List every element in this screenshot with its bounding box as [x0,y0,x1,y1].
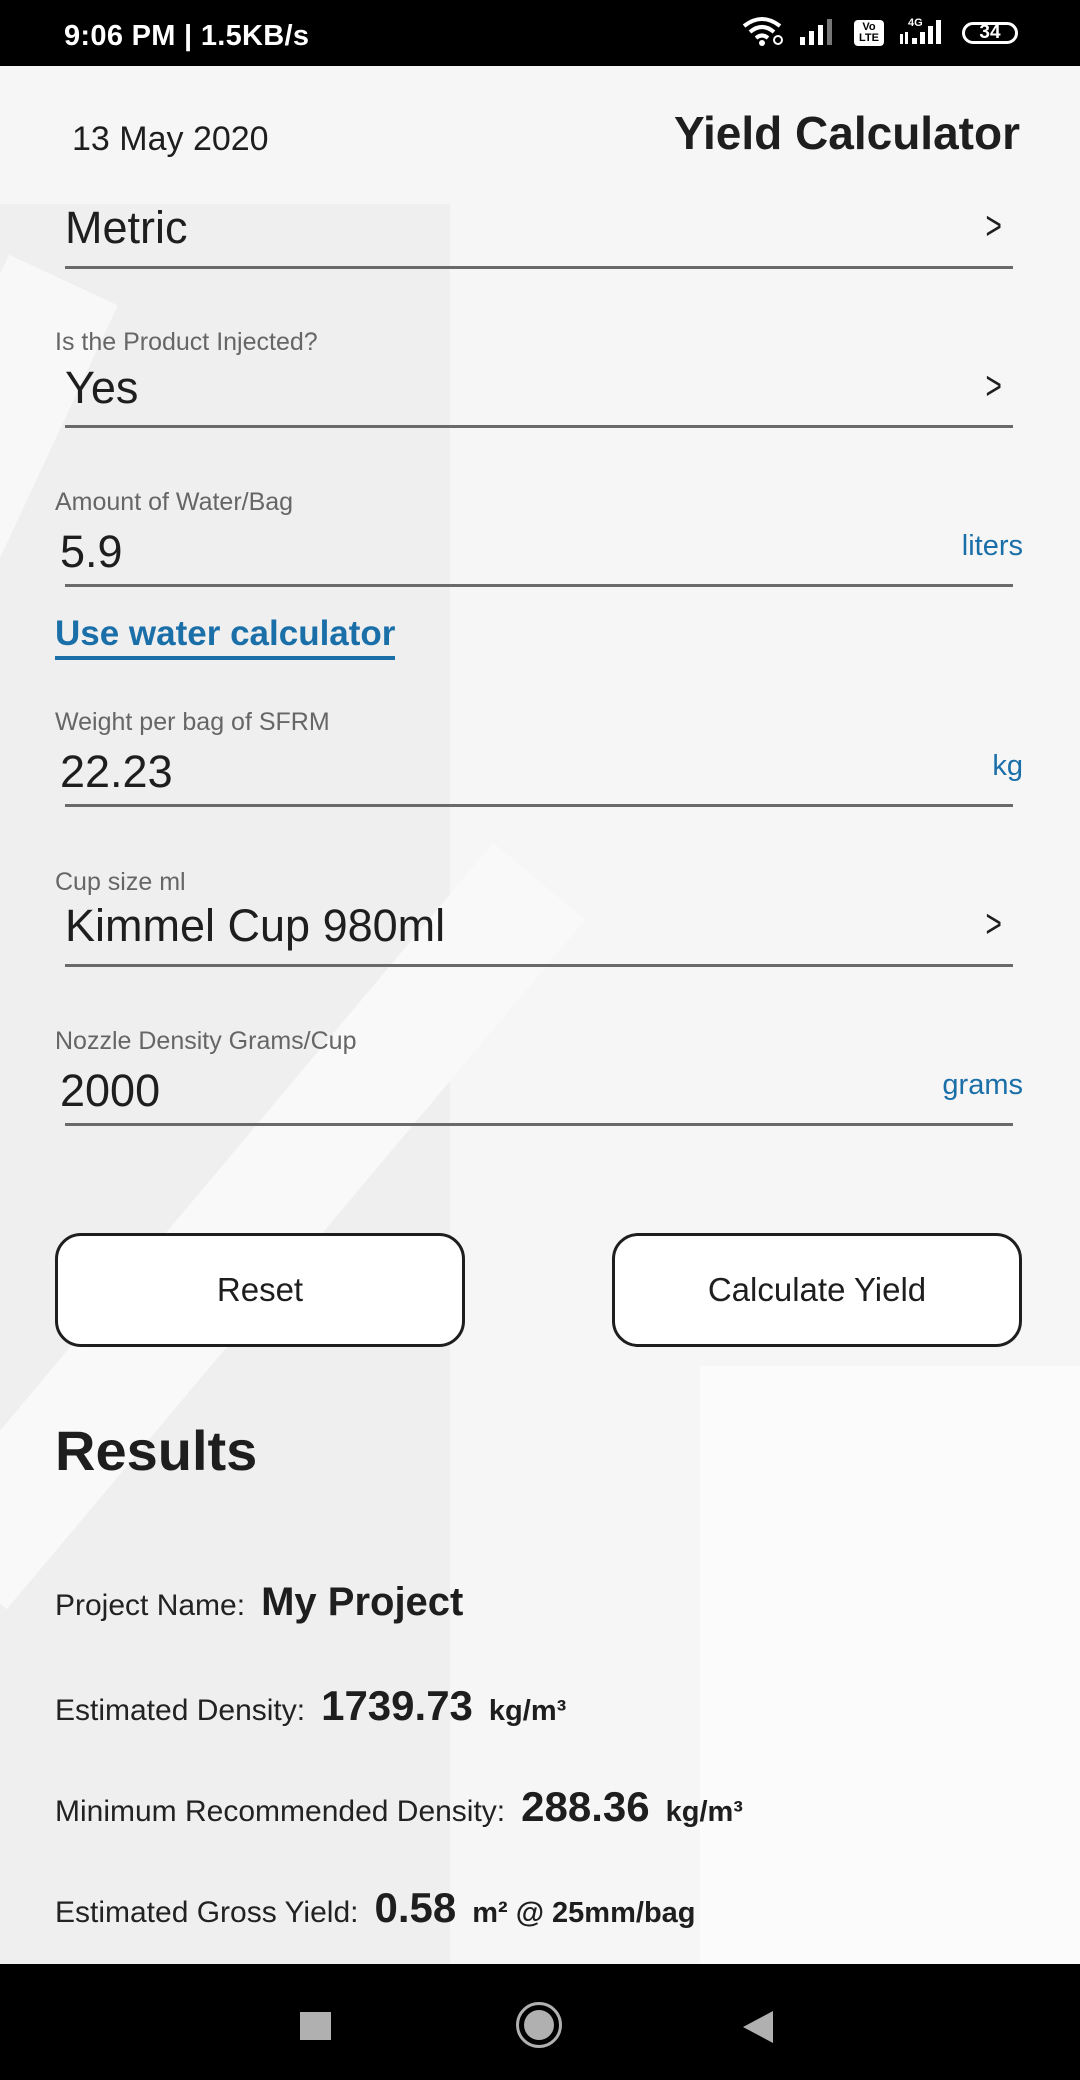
volte-icon: Vo LTE [854,20,884,46]
weight-unit: kg [992,750,1023,782]
result-value: 0.58 [374,1884,457,1931]
field-underline [65,584,1013,587]
result-label: Minimum Recommended Density: [55,1795,506,1828]
injected-select[interactable]: Is the Product Injected? Yes > [55,328,1015,430]
results-heading: Results [55,1419,258,1482]
injected-label: Is the Product Injected? [55,328,318,356]
result-label: Estimated Density: [55,1694,306,1727]
cup-size-select[interactable]: Cup size ml Kimmel Cup 980ml > [55,868,1015,970]
nozzle-density-unit: grams [942,1069,1023,1101]
result-unit: m² @ 25mm/bag [472,1897,696,1929]
result-label: Project Name: [55,1589,246,1622]
battery-level: 34 [979,22,1001,43]
system-nav-bar [0,1964,1080,2080]
result-unit: kg/m³ [665,1796,743,1828]
signal-icon [800,17,840,50]
field-underline [65,804,1013,807]
wifi-icon [742,16,786,51]
weight-per-bag-field[interactable]: Weight per bag of SFRM 22.23 kg [55,708,1023,810]
background-shape [700,1366,1080,1964]
cup-size-value: Kimmel Cup 980ml [65,900,446,951]
result-gross-yield: Estimated Gross Yield: 0.58 m² @ 25mm/ba… [55,1884,696,1932]
field-underline [65,266,1013,269]
chevron-right-icon: > [985,204,1002,248]
nozzle-density-label: Nozzle Density Grams/Cup [55,1027,357,1055]
weight-per-bag-label: Weight per bag of SFRM [55,708,330,736]
header-date: 13 May 2020 [72,120,269,158]
weight-per-bag-input[interactable]: 22.23 [60,746,173,798]
page-title: Yield Calculator [674,107,1020,159]
nozzle-density-field[interactable]: Nozzle Density Grams/Cup 2000 grams [55,1027,1023,1129]
result-project-name: Project Name: My Project [55,1580,479,1625]
result-min-density: Minimum Recommended Density: 288.36 kg/m… [55,1783,743,1831]
result-estimated-density: Estimated Density: 1739.73 kg/m³ [55,1682,566,1730]
use-water-calculator-link[interactable]: Use water calculator [55,614,396,660]
result-value: 1739.73 [321,1682,473,1729]
field-underline [65,425,1013,428]
result-label: Estimated Gross Yield: [55,1896,359,1929]
field-underline [65,1123,1013,1126]
result-value: My Project [261,1580,464,1624]
reset-button[interactable]: Reset [55,1233,465,1347]
chevron-right-icon: > [985,364,1002,408]
status-time-speed: 9:06 PM | 1.5KB/s [64,20,310,52]
app-header: 13 May 2020 Yield Calculator [0,66,1080,204]
water-unit: liters [961,530,1023,562]
home-icon[interactable] [516,2002,562,2048]
4g-signal-icon: 4G [898,16,948,51]
status-bar: 9:06 PM | 1.5KB/s Vo LTE 4G 34 [0,0,1080,66]
calculate-yield-button[interactable]: Calculate Yield [612,1233,1022,1347]
result-value: 288.36 [521,1783,650,1830]
unit-system-select[interactable]: Metric > [55,200,1015,272]
field-underline [65,964,1013,967]
cup-size-label: Cup size ml [55,868,186,896]
water-amount-label: Amount of Water/Bag [55,488,294,516]
nozzle-density-input[interactable]: 2000 [60,1065,160,1117]
water-amount-input[interactable]: 5.9 [60,526,123,578]
recent-apps-icon[interactable] [300,2012,331,2040]
result-unit: kg/m³ [488,1695,567,1727]
unit-system-value: Metric [65,202,188,253]
back-icon[interactable] [743,2011,773,2043]
status-icons: Vo LTE 4G 34 [742,16,1018,50]
battery-icon: 34 [962,22,1018,44]
svg-text:4G: 4G [908,17,923,29]
water-amount-field[interactable]: Amount of Water/Bag 5.9 liters [55,488,1023,590]
chevron-right-icon: > [985,902,1002,946]
injected-value: Yes [65,362,139,413]
